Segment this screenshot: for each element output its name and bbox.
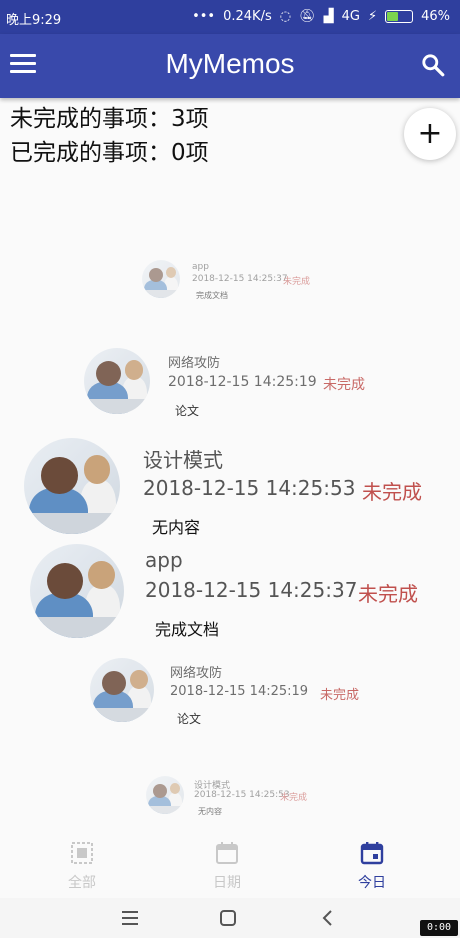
complete-count: 已完成的事项：0项	[10, 140, 209, 166]
memo-date: 2018-12-15 14:25:37	[192, 274, 288, 284]
recording-indicator: 0:00	[420, 920, 458, 936]
memo-title: app	[192, 262, 209, 272]
system-navigation-bar	[0, 898, 460, 938]
calendar-icon	[216, 842, 238, 864]
memo-status: 未完成	[323, 377, 365, 393]
charging-icon: ⚡︎	[367, 9, 378, 24]
network-speed: 0.24K/s	[223, 9, 272, 24]
app-bar: MyMemos	[0, 34, 460, 98]
task-summary: 未完成的事项：3项 已完成的事项：0项	[10, 102, 209, 170]
memo-content: 无内容	[152, 518, 201, 537]
memo-title: 网络攻防	[170, 666, 223, 681]
memo-content: 论文	[177, 712, 202, 726]
memo-status: 未完成	[358, 582, 418, 606]
status-time: 晚上9:29	[6, 13, 62, 28]
battery-percent: 46%	[421, 9, 450, 24]
memo-date: 2018-12-15 14:25:37	[145, 578, 358, 602]
memo-avatar	[90, 658, 154, 722]
memo-content: 完成文档	[155, 620, 220, 639]
memo-avatar	[24, 438, 120, 534]
memo-title: 设计模式	[143, 448, 223, 472]
search-icon[interactable]	[420, 52, 446, 78]
nav-today-label: 今日	[358, 875, 386, 891]
memo-avatar	[84, 348, 150, 414]
status-icons: ••• 0.24K/s ◌ 🔕︎ ▟ 4G ⚡︎ 46%	[192, 9, 450, 24]
memo-content: 无内容	[198, 807, 222, 816]
plus-icon: +	[417, 116, 443, 151]
memo-content: 论文	[175, 404, 200, 418]
today-calendar-icon	[360, 842, 384, 865]
sync-icon: ◌	[279, 9, 292, 24]
nav-date[interactable]: 日期	[187, 840, 267, 892]
nav-all[interactable]: 全部	[42, 840, 122, 892]
nav-date-label: 日期	[213, 875, 241, 891]
memo-date: 2018-12-15 14:25:53	[143, 476, 356, 500]
status-bar: 晚上9:29 ••• 0.24K/s ◌ 🔕︎ ▟ 4G ⚡︎ 46%	[0, 0, 460, 34]
memo-date: 2018-12-15 14:25:19	[168, 374, 317, 390]
mute-icon: 🔕︎	[299, 9, 316, 24]
nav-all-label: 全部	[68, 875, 96, 891]
memo-status: 未完成	[280, 793, 308, 803]
memo-title: 网络攻防	[168, 356, 221, 371]
memo-date: 2018-12-15 14:25:19	[170, 684, 309, 699]
network-type: 4G	[341, 9, 360, 24]
nav-today[interactable]: 今日	[332, 840, 412, 892]
memo-title: app	[145, 548, 183, 572]
memo-avatar	[146, 776, 184, 814]
bottom-navigation: 全部 日期 今日	[0, 834, 460, 892]
memo-status: 未完成	[283, 277, 311, 287]
more-dots-icon: •••	[192, 9, 216, 24]
add-memo-button[interactable]: +	[404, 108, 456, 160]
memo-content: 完成文档	[196, 291, 228, 300]
recents-icon[interactable]	[118, 908, 142, 928]
all-icon	[71, 842, 93, 864]
back-icon[interactable]	[316, 908, 340, 928]
memo-status: 未完成	[320, 688, 360, 703]
incomplete-count: 未完成的事项：3项	[10, 106, 209, 132]
memo-avatar	[142, 260, 180, 298]
signal-icon: ▟	[323, 9, 334, 24]
app-title: MyMemos	[165, 48, 295, 79]
memo-status: 未完成	[362, 480, 422, 504]
memo-avatar	[30, 544, 124, 638]
battery-icon	[385, 10, 414, 23]
memo-date: 2018-12-15 14:25:53	[194, 790, 290, 800]
home-icon[interactable]	[216, 908, 240, 928]
